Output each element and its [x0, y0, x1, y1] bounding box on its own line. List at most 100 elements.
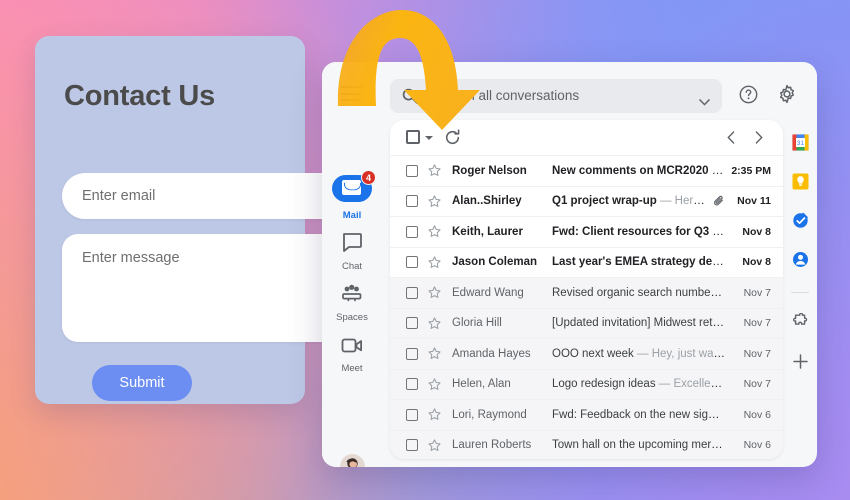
table-row[interactable]: Helen, Alan Logo redesign ideas — Excelle…	[390, 369, 783, 400]
message-summary: Last year's EMEA strategy deck -..	[552, 256, 725, 268]
message-date: 2:35 PM	[731, 164, 771, 177]
keep-icon[interactable]	[792, 173, 809, 190]
chevron-down-icon[interactable]	[425, 136, 433, 140]
mail-unread-badge: 4	[361, 170, 376, 185]
sender-name: Alan..Shirley	[452, 195, 522, 208]
refresh-icon[interactable]	[444, 129, 461, 151]
star-icon[interactable]	[428, 439, 442, 452]
row-checkbox[interactable]	[406, 225, 418, 238]
message-date: Nov 6	[743, 408, 771, 421]
help-icon[interactable]	[739, 85, 758, 109]
search-input[interactable]: Search all conversations	[390, 79, 722, 113]
message-subject: Logo redesign ideas	[552, 378, 656, 391]
message-snippet: — R..	[712, 225, 725, 238]
table-row[interactable]: Edward Wang Revised organic search number…	[390, 278, 783, 309]
search-placeholder: Search all conversations	[432, 88, 580, 103]
row-checkbox[interactable]	[406, 317, 418, 330]
message-subject: [Updated invitation] Midwest retai...	[552, 317, 725, 330]
search-icon	[402, 88, 418, 109]
message-summary: OOO next week — Hey, just wanted …	[552, 348, 725, 360]
sender-name: Amanda Hayes	[452, 347, 531, 360]
calendar-icon[interactable]: 31	[791, 134, 809, 151]
table-row[interactable]: Jason Coleman Last year's EMEA strategy d…	[390, 247, 783, 278]
row-checkbox[interactable]	[406, 286, 418, 299]
addon-puzzle-icon[interactable]	[791, 312, 809, 331]
table-row[interactable]: Lori, Raymond Fwd: Feedback on the new si…	[390, 400, 783, 431]
sender-name: Keith, Laurer	[452, 225, 523, 238]
chevron-down-icon[interactable]	[698, 93, 711, 111]
star-icon[interactable]	[428, 408, 442, 421]
sender-name: Lori, Raymond	[452, 408, 527, 421]
star-icon[interactable]	[428, 286, 442, 299]
message-date: Nov 11	[737, 195, 771, 208]
table-row[interactable]: Alan..Shirley Q1 project wrap-up — Here's…	[390, 186, 783, 217]
table-row[interactable]: Lauren Roberts Town hall on the upcoming …	[390, 430, 783, 459]
star-icon[interactable]	[428, 195, 442, 208]
avatar[interactable]	[340, 454, 365, 467]
submit-button[interactable]: Submit	[92, 365, 192, 401]
sender-name: Helen, Alan	[452, 378, 511, 391]
sender-name: Roger Nelson	[452, 164, 527, 177]
message-summary: Revised organic search numbers ›…	[552, 287, 725, 299]
chevron-right-icon[interactable]	[755, 131, 763, 149]
mail-icon: 4	[332, 170, 376, 202]
tasks-icon[interactable]	[792, 212, 809, 229]
row-checkbox[interactable]	[406, 378, 418, 391]
row-checkbox[interactable]	[406, 164, 418, 177]
svg-text:31: 31	[796, 140, 804, 147]
table-row[interactable]: Gloria Hill [Updated invitation] Midwest …	[390, 308, 783, 339]
meet-icon	[339, 338, 365, 359]
message-subject: Last year's EMEA strategy deck -..	[552, 256, 725, 269]
row-checkbox[interactable]	[406, 256, 418, 269]
message-field[interactable]: Enter message	[62, 234, 352, 342]
sender-name: Lauren Roberts	[452, 439, 532, 452]
row-checkbox[interactable]	[406, 347, 418, 360]
message-snippet: — Here's a lis	[659, 195, 711, 208]
table-row[interactable]: Amanda Hayes OOO next week — Hey, just wa…	[390, 339, 783, 370]
message-summary: Q1 project wrap-up — Here's a lis	[552, 195, 711, 207]
star-icon[interactable]	[428, 256, 442, 269]
message-summary: New comments on MCR2020 dra.	[552, 165, 725, 177]
sidebar-item-label: Meet	[341, 363, 363, 374]
message-date: Nov 8	[742, 225, 771, 238]
left-nav-rail: 4 Mail Chat Spaces Meet	[322, 62, 382, 467]
message-subject: Revised organic search numbers	[552, 286, 721, 299]
top-bar: Search all conversations	[382, 62, 817, 124]
row-checkbox[interactable]	[406, 408, 418, 421]
plus-icon[interactable]	[792, 353, 809, 370]
table-row[interactable]: Keith, Laurer Fwd: Client resources for Q…	[390, 217, 783, 248]
attachment-icon	[713, 195, 725, 207]
gear-icon[interactable]	[777, 84, 797, 109]
star-icon[interactable]	[428, 225, 442, 238]
message-subject: Town hall on the upcoming mergıo …	[552, 439, 725, 452]
message-subject: Fwd: Feedback on the new signupe…	[552, 408, 725, 421]
sidebar-item-chat[interactable]: Chat	[322, 232, 382, 272]
chat-icon	[341, 233, 363, 257]
sidebar-item-mail[interactable]: 4 Mail	[322, 170, 382, 221]
conversation-list: Roger Nelson New comments on MCR2020 dra.…	[390, 156, 783, 459]
sidebar-item-meet[interactable]: Meet	[322, 336, 382, 374]
contacts-icon[interactable]	[792, 251, 809, 268]
star-icon[interactable]	[428, 378, 442, 391]
hamburger-icon[interactable]	[341, 86, 363, 101]
gmail-window: 4 Mail Chat Spaces Meet Search all conve…	[322, 62, 817, 467]
chevron-left-icon[interactable]	[727, 131, 735, 149]
sidebar-item-label: Mail	[342, 210, 362, 221]
sidebar-item-spaces[interactable]: Spaces	[322, 284, 382, 323]
message-date: Nov 7	[743, 317, 771, 330]
select-all-checkbox[interactable]	[406, 130, 420, 144]
conversation-list-card: Roger Nelson New comments on MCR2020 dra.…	[390, 120, 783, 459]
email-placeholder: Enter email	[82, 188, 156, 204]
row-checkbox[interactable]	[406, 195, 418, 208]
message-snippet: — Hey, just wanted …	[637, 347, 725, 360]
star-icon[interactable]	[428, 317, 442, 330]
rail-divider	[791, 292, 809, 293]
star-icon[interactable]	[428, 164, 442, 177]
star-icon[interactable]	[428, 347, 442, 360]
email-field[interactable]: Enter email	[62, 173, 352, 219]
message-snippet: — Excellent. hi…	[658, 378, 725, 391]
table-row[interactable]: Roger Nelson New comments on MCR2020 dra.…	[390, 156, 783, 187]
sidebar-item-label: Chat	[341, 261, 363, 272]
row-checkbox[interactable]	[406, 439, 418, 452]
message-date: Nov 7	[743, 286, 771, 299]
